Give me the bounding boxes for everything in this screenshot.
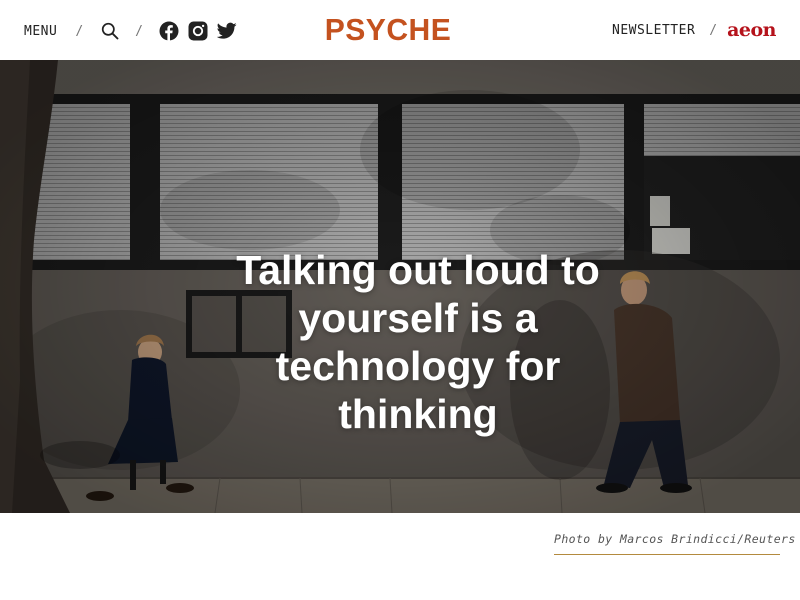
photo-credit: Photo by Marcos Brindicci/Reuters <box>554 532 795 555</box>
menu-button[interactable]: MENU <box>24 24 57 39</box>
hero-section: Talking out loud to yourself is a techno… <box>0 60 800 513</box>
header-left-nav: MENU / / <box>24 20 237 42</box>
site-logo[interactable]: PSYCHE <box>320 13 456 47</box>
twitter-icon[interactable] <box>216 22 237 40</box>
header-right-nav: NEWSLETTER / aeon <box>612 18 776 42</box>
nav-separator: / <box>135 23 143 39</box>
nav-separator: / <box>75 23 84 39</box>
search-icon[interactable] <box>101 22 119 40</box>
newsletter-link[interactable]: NEWSLETTER <box>612 23 695 38</box>
article-title[interactable]: Talking out loud to yourself is a techno… <box>218 246 618 438</box>
aeon-logo[interactable]: aeon <box>727 20 776 40</box>
site-header: MENU / / PSYCHE NEWSLETTER / aeon <box>0 0 800 60</box>
nav-separator: / <box>709 22 718 38</box>
facebook-icon[interactable] <box>159 21 179 41</box>
instagram-icon[interactable] <box>188 21 208 41</box>
